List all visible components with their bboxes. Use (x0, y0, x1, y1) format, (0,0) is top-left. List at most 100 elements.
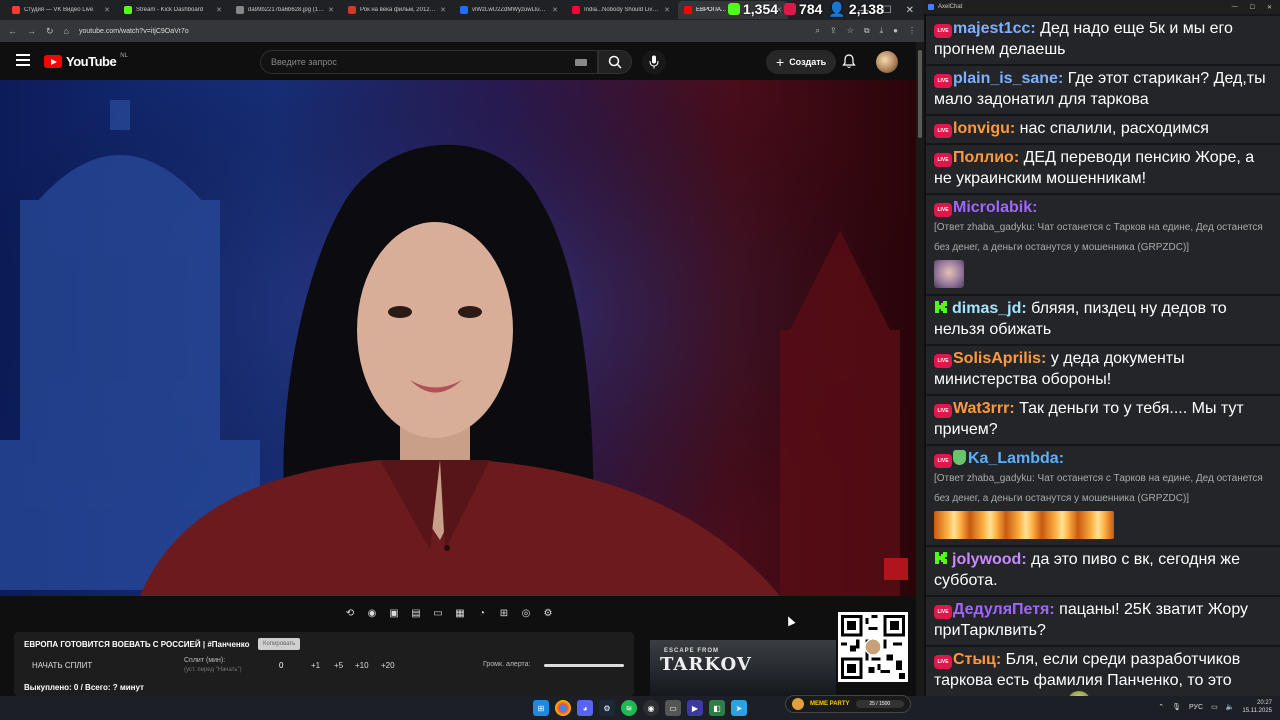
settings-gear-icon[interactable]: ⚙ (540, 606, 556, 620)
chat-maximize-icon[interactable]: ☐ (1250, 4, 1255, 11)
steam-icon[interactable]: ⚙ (599, 700, 615, 716)
zoom-icon[interactable]: ⌕ (816, 26, 820, 36)
extensions-icon[interactable]: ⧉ (864, 26, 870, 36)
chat-author-separator: : (1009, 120, 1020, 137)
chat-author[interactable]: Стыц (953, 651, 996, 668)
chat-close-icon[interactable]: ✕ (1267, 4, 1272, 11)
system-clock[interactable]: 20:27 15.11.2025 (1242, 699, 1272, 715)
microphone-tray-icon[interactable]: 🎙 (1172, 703, 1181, 711)
home-icon[interactable]: ⌂ (64, 26, 69, 36)
tab-favicon-icon (348, 6, 356, 14)
chat-author[interactable]: ДедуляПетя (953, 601, 1049, 618)
speed-icon[interactable]: ◔ (474, 606, 490, 620)
notifications-bell-icon[interactable] (842, 54, 856, 74)
tab-favicon-icon (572, 6, 580, 14)
tray-chevron-icon[interactable]: ⌃ (1158, 703, 1164, 711)
picture-in-picture-icon[interactable]: ▭ (430, 606, 446, 620)
taskbar-apps: ⊞ ◕ ⚙ ≋ ◉ ▭ ▶ ◧ ➤ (533, 700, 747, 716)
clapper-icon[interactable]: ▤ (408, 606, 424, 620)
page-scrollbar[interactable] (916, 42, 924, 696)
more-menu-icon[interactable]: ⋮ (908, 26, 916, 36)
chat-author[interactable]: Ka_Lambda (968, 450, 1059, 467)
chat-author-separator: : (1058, 450, 1065, 467)
loop-icon[interactable]: ⟲ (342, 606, 358, 620)
search-button[interactable] (598, 50, 632, 74)
broadcast-icon[interactable]: ◉ (364, 606, 380, 620)
account-avatar[interactable] (876, 51, 898, 73)
discord-icon[interactable]: ◕ (577, 700, 593, 716)
chat-author[interactable]: Wat3rrr (953, 400, 1009, 417)
tab-close-icon[interactable]: ✕ (328, 6, 334, 14)
media-player-icon[interactable]: ▶ (687, 700, 703, 716)
chat-minimize-icon[interactable]: — (1232, 4, 1238, 11)
channel-icon[interactable]: ▣ (386, 606, 402, 620)
increment-10-button[interactable]: +10 (355, 661, 369, 670)
add-clip-icon[interactable]: ⊞ (496, 606, 512, 620)
start-split-button[interactable]: НАЧАТЬ СПЛИТ (32, 661, 92, 670)
browser-tab[interactable]: Stream - Kick Dashboard ✕ (118, 1, 228, 19)
browser-tab[interactable]: vlWzLwU2ZdMWyzuwLluQp... ✕ (454, 1, 564, 19)
increment-5-button[interactable]: +5 (334, 661, 343, 670)
channel-watermark (884, 558, 908, 580)
download-icon[interactable]: ⤓ (880, 26, 884, 36)
browser-tab[interactable]: da99b2217ba6b628.jpg (13... ✕ (230, 1, 340, 19)
youtube-logo[interactable]: YouTube NL (44, 52, 128, 69)
bookmark-star-icon[interactable]: ☆ (847, 26, 854, 36)
increment-20-button[interactable]: +20 (381, 661, 395, 670)
chat-author[interactable]: dimas_jd (952, 300, 1021, 317)
language-indicator[interactable]: РУС (1189, 704, 1203, 711)
create-button[interactable]: + Создать (766, 50, 837, 74)
voice-search-button[interactable] (642, 50, 666, 74)
telegram-icon[interactable]: ➤ (731, 700, 747, 716)
start-windows-icon[interactable]: ⊞ (533, 700, 549, 716)
create-label: Создать (789, 57, 827, 67)
chat-author[interactable]: plain_is_sane (953, 70, 1058, 87)
chat-message: LIVE Стыц: Бля, если среди разработчиков … (926, 647, 1280, 696)
video-player[interactable] (0, 80, 916, 596)
theater-mode-icon[interactable]: ▦ (452, 606, 468, 620)
close-icon[interactable]: ✕ (906, 5, 914, 16)
keyboard-icon[interactable] (575, 59, 587, 66)
browser-tab[interactable]: Рок на века фильм, 2012, д... ✕ (342, 1, 452, 19)
chat-author[interactable]: SolisAprilis (953, 350, 1041, 367)
split-minutes-value[interactable]: 0 (279, 661, 283, 670)
browser-tab[interactable]: India...Nobody Should Live I... ✕ (566, 1, 676, 19)
url-field[interactable]: youtube.com/watch?v=itjC9OaVr7o (79, 28, 806, 35)
hamburger-menu-icon[interactable] (16, 54, 30, 66)
search-input[interactable]: Введите запрос (260, 50, 598, 74)
chat-author-separator: : (1030, 20, 1041, 37)
chat-author[interactable]: majest1cc (953, 20, 1030, 37)
chat-author[interactable]: Поллио (953, 149, 1014, 166)
tab-close-icon[interactable]: ✕ (440, 6, 446, 14)
fire-emote-strip (934, 511, 1114, 539)
share-icon[interactable]: ⇪ (830, 26, 837, 36)
tab-close-icon[interactable]: ✕ (552, 6, 558, 14)
scrollbar-thumb[interactable] (918, 50, 922, 138)
forward-icon[interactable]: → (27, 26, 36, 36)
search-icon (608, 55, 622, 69)
back-icon[interactable]: ← (8, 26, 17, 36)
network-icon[interactable]: ▭ (1211, 703, 1218, 711)
chat-feed[interactable]: LIVE majest1cc: Дед надо еще 5к и мы его … (926, 14, 1280, 696)
country-code: NL (120, 52, 128, 59)
chat-author[interactable]: jolywood (952, 551, 1021, 568)
tab-close-icon[interactable]: ✕ (216, 6, 222, 14)
copy-button[interactable]: Копировать (258, 638, 301, 650)
explorer-icon[interactable]: ◧ (709, 700, 725, 716)
reload-icon[interactable]: ↻ (46, 26, 54, 37)
tarkov-title: TARKOV (660, 654, 752, 675)
app-icon-gray[interactable]: ▭ (665, 700, 681, 716)
tab-close-icon[interactable]: ✕ (664, 6, 670, 14)
alert-volume-slider[interactable] (544, 664, 624, 667)
obs-icon[interactable]: ◉ (643, 700, 659, 716)
spotify-icon[interactable]: ≋ (621, 700, 637, 716)
volume-icon[interactable]: 🔈 (1226, 703, 1235, 711)
profile-icon[interactable]: ● (893, 26, 898, 36)
chat-author[interactable]: lonvigu (953, 120, 1010, 137)
browser-tab[interactable]: Студия — VK Видео Live ✕ (6, 1, 116, 19)
screenshot-icon[interactable]: ◎ (518, 606, 534, 620)
tab-close-icon[interactable]: ✕ (104, 6, 110, 14)
increment-1-button[interactable]: +1 (311, 661, 320, 670)
chat-author[interactable]: Microlabik (953, 199, 1032, 216)
chrome-icon[interactable] (555, 700, 571, 716)
